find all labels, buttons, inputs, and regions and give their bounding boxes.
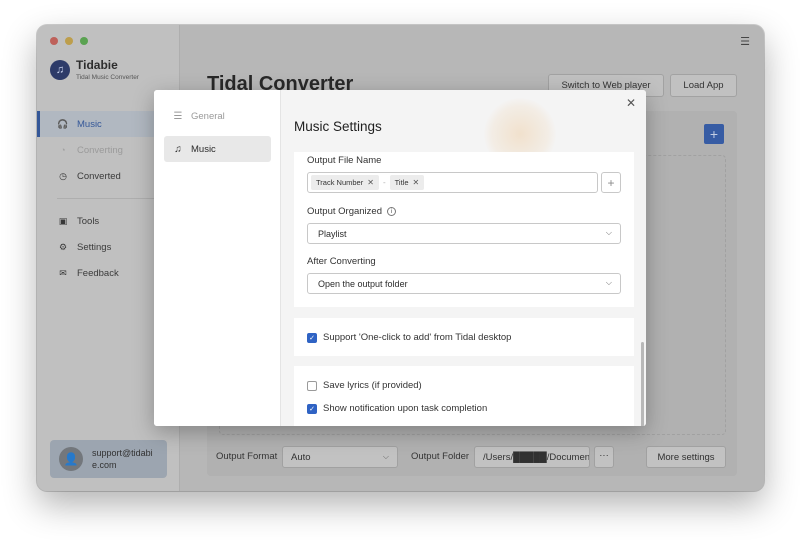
notification-label: Show notification upon task completion [323,403,488,414]
settings-body: Output File Name Track Number ✕ - Title … [294,152,634,426]
settings-nav: ☰ General ♫ Music [154,90,281,426]
tag-separator: - [382,178,386,187]
one-click-checkbox[interactable]: ✓ [307,332,317,343]
after-converting-value: Open the output folder [318,278,408,289]
plus-icon: + [607,175,615,190]
output-file-name-label: Output File Name [307,155,382,166]
settings-nav-music[interactable]: ♫ Music [164,136,271,162]
modal-title: Music Settings [294,119,382,134]
tag-label: Track Number [316,178,364,187]
save-lyrics-checkbox[interactable] [307,380,317,391]
file-name-tags-input[interactable]: Track Number ✕ - Title ✕ [307,172,598,193]
output-organized-select[interactable]: Playlist ⌵ [307,223,621,244]
save-lyrics-option[interactable]: Save lyrics (if provided) [307,380,422,391]
chevron-down-icon: ⌵ [605,278,612,287]
add-tag-button[interactable]: + [601,172,621,193]
notification-checkbox[interactable]: ✓ [307,403,317,414]
after-converting-label: After Converting [307,256,376,267]
one-click-label: Support 'One-click to add' from Tidal de… [323,332,512,343]
settings-nav-general[interactable]: ☰ General [164,103,271,129]
sliders-icon: ☰ [173,110,183,122]
settings-nav-label: Music [191,143,216,155]
extras-card: Save lyrics (if provided) ✓ Show notific… [294,366,634,426]
scrollbar-thumb[interactable] [641,342,644,426]
notification-option[interactable]: ✓ Show notification upon task completion [307,403,487,414]
output-organized-value: Playlist [318,228,347,239]
settings-nav-label: General [191,110,225,122]
settings-content: ✕ Music Settings Output File Name Track … [281,90,646,426]
tag-label: Title [394,178,409,187]
close-icon[interactable]: ✕ [626,96,636,110]
output-organized-label: Output Organized [307,206,382,217]
tag-track-number: Track Number ✕ [311,175,379,190]
chevron-down-icon: ⌵ [605,228,612,237]
after-converting-select[interactable]: Open the output folder ⌵ [307,273,621,294]
tag-title: Title ✕ [389,175,425,190]
output-organized-label-row: Output Organized i [307,206,396,217]
remove-tag-icon[interactable]: ✕ [367,178,374,187]
save-lyrics-label: Save lyrics (if provided) [323,380,422,391]
output-settings-card: Output File Name Track Number ✕ - Title … [294,152,634,307]
one-click-card: ✓ Support 'One-click to add' from Tidal … [294,318,634,356]
info-icon[interactable]: i [387,207,396,216]
app-window: ♫ Tidabie Tidal Music Converter 🎧 Music … [37,25,764,491]
remove-tag-icon[interactable]: ✕ [413,178,420,187]
scrollbar[interactable] [640,152,646,426]
music-note-icon: ♫ [174,143,182,155]
one-click-option[interactable]: ✓ Support 'One-click to add' from Tidal … [307,332,511,343]
settings-modal: ☰ General ♫ Music ✕ Music Settings Outpu… [154,90,646,426]
